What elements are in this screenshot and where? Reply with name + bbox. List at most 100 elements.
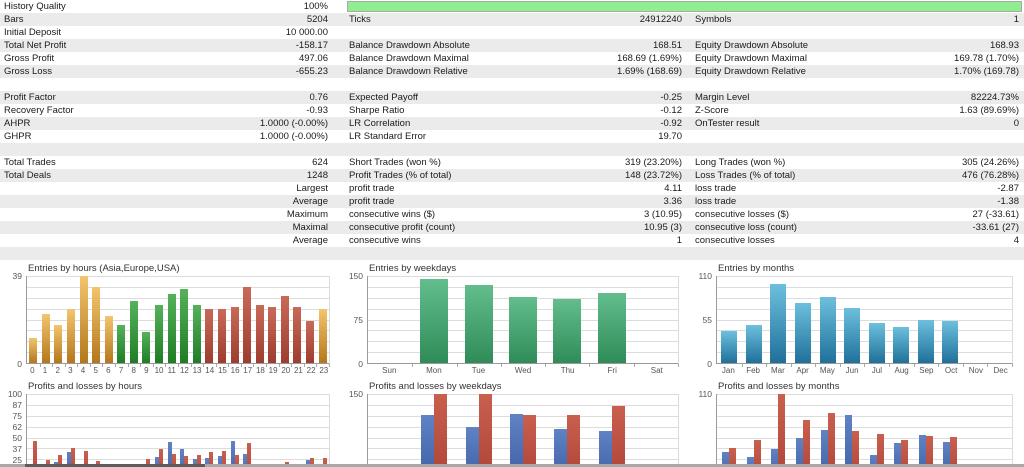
- stat-label: profit trade: [349, 183, 395, 194]
- stat-row: AHPR 1.0000 (-0.00%): [0, 117, 341, 130]
- stat-row: Maximal: [0, 221, 341, 234]
- category-slot: [304, 394, 317, 467]
- stat-row: Equity Drawdown Maximal 169.78 (1.70%): [690, 52, 1024, 65]
- stat-row: Profit Factor 0.76: [0, 91, 341, 104]
- stat-row: consecutive loss (count) -33.61 (27): [690, 221, 1024, 234]
- category-slot: [291, 276, 305, 367]
- bar-pair: [192, 394, 201, 467]
- stat-row: [690, 78, 1024, 91]
- category-slot: [241, 276, 254, 367]
- bar-losses: [876, 433, 884, 467]
- stat-value: 1.0000 (-0.00%): [259, 118, 328, 129]
- category-slot: [938, 394, 963, 467]
- stat-value: 1: [676, 235, 682, 246]
- stat-row: Total Net Profit -158.17: [0, 39, 341, 52]
- category-slot: [115, 276, 129, 367]
- bar-losses: [434, 394, 448, 467]
- category-slot: [40, 276, 53, 367]
- category-slot: [40, 394, 53, 467]
- stat-label: loss trade: [695, 196, 737, 207]
- stat-label: Gross Profit: [4, 53, 55, 64]
- category-slot: [90, 394, 103, 467]
- bar: [41, 313, 50, 363]
- stat-label: LR Standard Error: [349, 131, 427, 142]
- category-slot: [864, 276, 890, 367]
- bar-losses: [803, 420, 811, 467]
- stat-row: consecutive wins ($) 3 (10.95): [341, 208, 690, 221]
- bar-pair: [318, 394, 327, 467]
- stat-label: consecutive profit (count): [349, 222, 456, 233]
- bar-pair: [465, 394, 492, 467]
- bar-losses: [611, 405, 625, 467]
- bar: [167, 293, 176, 363]
- bar-pair: [217, 394, 226, 467]
- category-slot: [634, 276, 680, 367]
- bar-pair: [79, 394, 88, 467]
- stat-row: loss trade -1.38: [690, 195, 1024, 208]
- x-axis-tick-label: 9: [144, 366, 149, 375]
- category-slot: [545, 276, 591, 367]
- bar-pair: [421, 394, 448, 467]
- stat-row: Ticks 24912240: [341, 13, 690, 26]
- bar: [770, 283, 787, 363]
- bar-profits: [465, 427, 479, 467]
- bar: [721, 330, 738, 363]
- x-axis-tick-label: Jun: [845, 366, 859, 375]
- stat-row: Margin Level 82224.73%: [690, 91, 1024, 104]
- x-axis-tick-label: 3: [68, 366, 73, 375]
- chart-title: Entries by hours (Asia,Europe,USA): [28, 263, 180, 274]
- bar-pair: [29, 394, 38, 467]
- bar: [819, 296, 836, 363]
- stat-value: 305 (24.26%): [961, 157, 1019, 168]
- y-axis-tick-label: 37: [12, 444, 22, 454]
- bar: [180, 289, 189, 363]
- bar-profits: [845, 415, 853, 467]
- stat-value: 3.36: [663, 196, 683, 207]
- x-axis-tick-label: 8: [131, 366, 136, 375]
- x-axis-tick-label: 10: [154, 366, 164, 375]
- bar-pair: [243, 394, 252, 467]
- stat-row: Short Trades (won %) 319 (23.20%): [341, 156, 690, 169]
- stat-value: -0.25: [660, 92, 682, 103]
- bar: [420, 278, 449, 363]
- chart-profits-losses-by-hours: Profits and losses by hours 100 87 75 62 50 37…: [0, 378, 341, 467]
- charts-row-entries: Entries by hours (Asia,Europe,USA) 39 0 0 1 2…: [0, 260, 1024, 378]
- stat-row: [341, 78, 690, 91]
- stat-value: 100%: [303, 1, 328, 12]
- plot: [716, 276, 1013, 367]
- stat-row: [0, 247, 341, 260]
- category-slot: [178, 394, 191, 467]
- category-slot: [253, 276, 267, 367]
- stat-row: Symbols 1: [690, 13, 1024, 26]
- x-axis-tick-label: Sun: [382, 366, 397, 375]
- bar-losses: [753, 439, 761, 467]
- stat-value: 1248: [306, 170, 328, 181]
- stats-column-1: History Quality 100% Bars 5204 Initial Depos…: [0, 0, 341, 260]
- bar: [129, 300, 138, 363]
- chart-plot-area: 150 75 0: [349, 272, 680, 369]
- stat-label: Short Trades (won %): [349, 157, 441, 168]
- stat-row: Long Trades (won %) 305 (24.26%): [690, 156, 1024, 169]
- stat-row: Bars 5204: [0, 13, 341, 26]
- bar-losses: [852, 431, 860, 467]
- category-slot: [316, 394, 329, 467]
- x-axis-tick-label: Apr: [796, 366, 809, 375]
- bar: [255, 305, 264, 363]
- x-axis-tick-label: 5: [93, 366, 98, 375]
- bar: [942, 321, 959, 363]
- y-axis: 39 0: [0, 272, 22, 369]
- category-slot: [717, 276, 743, 367]
- bar-pair: [255, 394, 264, 467]
- stat-label: Profit Factor: [4, 92, 56, 103]
- stat-label: Equity Drawdown Maximal: [695, 53, 807, 64]
- stats-column-2: Ticks 24912240 Balance Drawdown Absolute 16…: [341, 0, 690, 260]
- bar-profits: [509, 413, 523, 467]
- stats-column-3: Symbols 1 Equity Drawdown Absolute 168.93 Eq…: [690, 0, 1024, 260]
- bar-pair: [845, 394, 860, 467]
- bar-profits: [598, 431, 612, 467]
- category-slot: [178, 276, 192, 367]
- category-slot: [889, 276, 915, 367]
- bar-pair: [155, 394, 164, 467]
- chart-entries-by-hours: Entries by hours (Asia,Europe,USA) 39 0 0 1 2…: [0, 260, 341, 378]
- plot: [367, 276, 680, 367]
